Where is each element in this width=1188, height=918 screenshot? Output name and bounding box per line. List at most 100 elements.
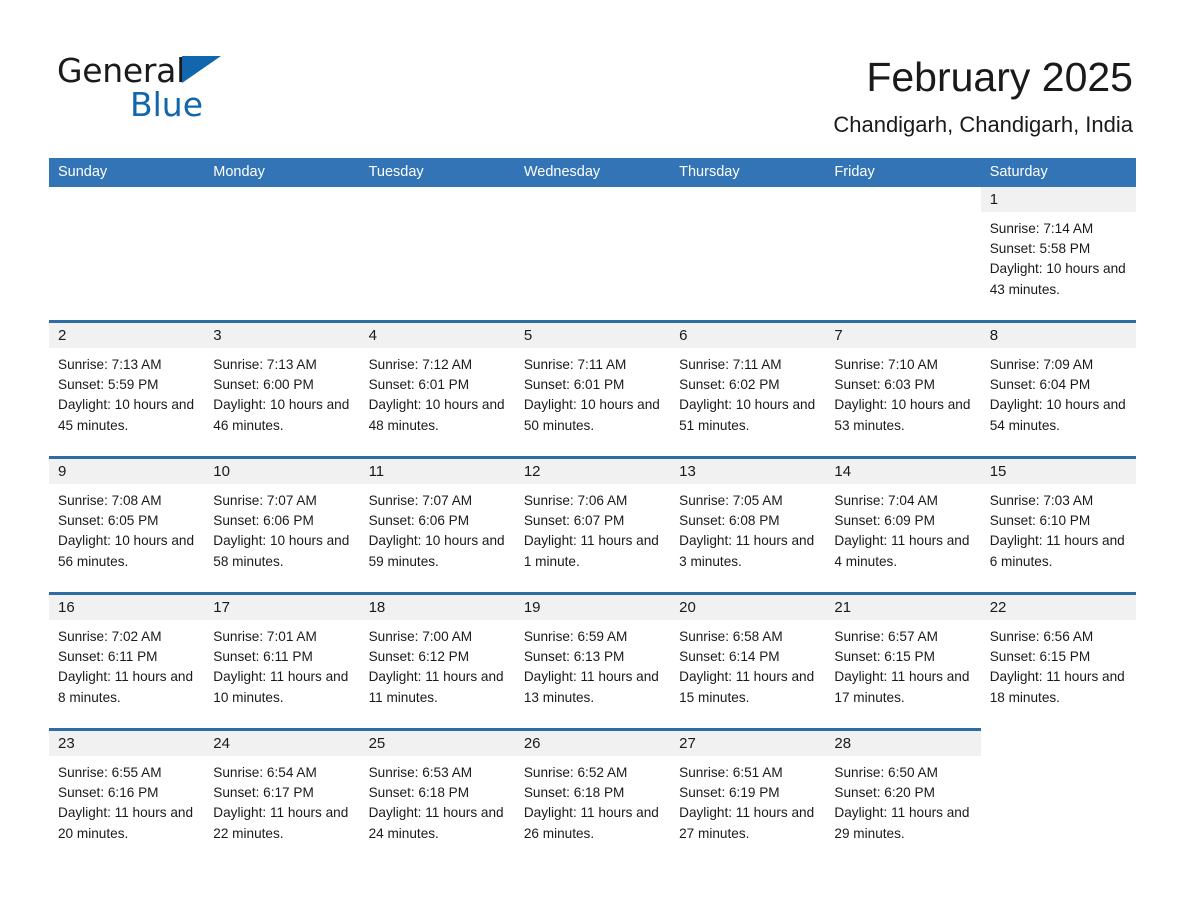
sunset-text: Sunset: 6:15 PM xyxy=(989,649,1091,665)
calendar-empty-cell xyxy=(980,728,1136,864)
day-number: 14 xyxy=(825,459,981,484)
sunrise-text: Sunrise: 7:09 AM xyxy=(989,357,1094,372)
calendar-day-cell[interactable]: 5 Sunrise: 7:11 AM Sunset: 6:01 PM Daylight… xyxy=(514,323,671,456)
daylight-text: Daylight: 11 hours and 1 minute. xyxy=(523,533,659,569)
sunset-text: Sunset: 6:11 PM xyxy=(58,649,158,665)
weekday-header-wednesday: Wednesday xyxy=(523,164,601,180)
calendar-week-row: 16 Sunrise: 7:02 AM Sunset: 6:11 PM Dayligh… xyxy=(49,592,1136,728)
calendar-day-cell[interactable]: 22 Sunrise: 6:56 AM Sunset: 6:15 PM Dayligh… xyxy=(980,595,1136,728)
day-number: 20 xyxy=(670,595,826,620)
day-number: 6 xyxy=(670,323,826,348)
sunrise-text: Sunrise: 7:12 AM xyxy=(368,357,473,372)
day-details: Sunrise: 7:13 AM Sunset: 6:00 PM Daylight:… xyxy=(204,348,359,456)
page-header: General Blue February 2025 Chandigarh, C… xyxy=(0,0,1188,158)
calendar-empty-cell xyxy=(825,187,981,320)
day-number: 3 xyxy=(204,323,360,348)
calendar-day-cell[interactable]: 14 Sunrise: 7:04 AM Sunset: 6:09 PM Dayligh… xyxy=(825,459,981,592)
calendar-day-cell[interactable]: 19 Sunrise: 6:59 AM Sunset: 6:13 PM Dayligh… xyxy=(514,595,671,728)
day-details: Sunrise: 7:09 AM Sunset: 6:04 PM Daylight:… xyxy=(981,348,1136,456)
day-details: Sunrise: 7:00 AM Sunset: 6:12 PM Daylight:… xyxy=(360,620,515,728)
day-details: Sunrise: 7:11 AM Sunset: 6:01 PM Daylight:… xyxy=(515,348,670,456)
day-number: 17 xyxy=(204,595,360,620)
title-block: February 2025 Chandigarh, Chandigarh, In… xyxy=(433,52,1133,140)
weekday-header-saturday: Saturday xyxy=(989,164,1048,180)
sunrise-text: Sunrise: 7:10 AM xyxy=(834,357,938,372)
calendar-page: General Blue February 2025 Chandigarh, C… xyxy=(0,0,1188,918)
day-number: 4 xyxy=(359,323,515,348)
day-number: 21 xyxy=(825,595,981,620)
calendar-day-cell[interactable]: 11 Sunrise: 7:07 AM Sunset: 6:06 PM Dayligh… xyxy=(359,459,515,592)
calendar-day-cell[interactable]: 21 Sunrise: 6:57 AM Sunset: 6:15 PM Dayligh… xyxy=(825,595,981,728)
day-details xyxy=(515,212,670,320)
logo-bottom-row: Blue xyxy=(57,87,377,123)
calendar-day-cell[interactable]: 15 Sunrise: 7:03 AM Sunset: 6:10 PM Dayligh… xyxy=(980,459,1136,592)
calendar-day-cell[interactable]: 7 Sunrise: 7:10 AM Sunset: 6:03 PM Daylight… xyxy=(825,323,981,456)
day-number: 15 xyxy=(980,459,1136,484)
calendar-day-cell[interactable]: 12 Sunrise: 7:06 AM Sunset: 6:07 PM Dayligh… xyxy=(514,459,671,592)
calendar-day-cell[interactable]: 24 Sunrise: 6:54 AM Sunset: 6:17 PM Dayligh… xyxy=(204,731,360,864)
calendar-day-cell[interactable]: 28 Sunrise: 6:50 AM Sunset: 6:20 PM Dayligh… xyxy=(825,731,981,864)
sunset-text: Sunset: 6:19 PM xyxy=(679,785,780,801)
calendar-week-row: 2 Sunrise: 7:13 AM Sunset: 5:59 PM Daylight… xyxy=(49,320,1136,456)
calendar-day-cell[interactable]: 6 Sunrise: 7:11 AM Sunset: 6:02 PM Daylight… xyxy=(670,323,826,456)
calendar-day-cell[interactable]: 13 Sunrise: 7:05 AM Sunset: 6:08 PM Dayligh… xyxy=(670,459,826,592)
sunrise-text: Sunrise: 6:59 AM xyxy=(523,629,628,644)
calendar-day-cell[interactable]: 23 Sunrise: 6:55 AM Sunset: 6:16 PM Dayligh… xyxy=(49,731,205,864)
sunset-text: Sunset: 6:15 PM xyxy=(834,649,935,665)
sunset-text: Sunset: 6:11 PM xyxy=(213,649,313,665)
calendar-week-row: 1 Sunrise: 7:14 AM Sunset: 5:58 PM Daylight… xyxy=(49,187,1136,320)
sunrise-text: Sunrise: 6:57 AM xyxy=(834,629,938,644)
day-number xyxy=(514,187,671,212)
sunset-text: Sunset: 6:06 PM xyxy=(213,513,314,529)
sunrise-text: Sunrise: 7:03 AM xyxy=(989,493,1094,508)
sunset-text: Sunset: 6:01 PM xyxy=(368,377,470,393)
calendar-day-cell[interactable]: 1 Sunrise: 7:14 AM Sunset: 5:58 PM Daylight… xyxy=(980,187,1136,320)
calendar-day-cell[interactable]: 4 Sunrise: 7:12 AM Sunset: 6:01 PM Daylight… xyxy=(359,323,515,456)
sunset-text: Sunset: 6:13 PM xyxy=(523,649,625,665)
daylight-text: Daylight: 11 hours and 6 minutes. xyxy=(989,533,1125,569)
calendar-day-cell[interactable]: 20 Sunrise: 6:58 AM Sunset: 6:14 PM Dayligh… xyxy=(670,595,826,728)
sunset-text: Sunset: 6:12 PM xyxy=(368,649,470,665)
generalblue-logo[interactable]: General Blue xyxy=(57,52,377,124)
sunrise-text: Sunrise: 7:08 AM xyxy=(58,493,162,508)
calendar-day-cell[interactable]: 3 Sunrise: 7:13 AM Sunset: 6:00 PM Daylight… xyxy=(204,323,360,456)
calendar-weeks: 1 Sunrise: 7:14 AM Sunset: 5:58 PM Daylight… xyxy=(49,187,1136,864)
day-number xyxy=(825,187,981,212)
daylight-text: Daylight: 11 hours and 18 minutes. xyxy=(989,669,1125,705)
day-number: 2 xyxy=(49,323,205,348)
day-number: 24 xyxy=(204,731,360,756)
day-number: 26 xyxy=(514,731,671,756)
calendar-day-cell[interactable]: 26 Sunrise: 6:52 AM Sunset: 6:18 PM Dayligh… xyxy=(514,731,671,864)
calendar-day-cell[interactable]: 8 Sunrise: 7:09 AM Sunset: 6:04 PM Daylight… xyxy=(980,323,1136,456)
daylight-text: Daylight: 11 hours and 17 minutes. xyxy=(834,669,970,705)
day-details: Sunrise: 6:50 AM Sunset: 6:20 PM Daylight:… xyxy=(825,756,980,864)
calendar-day-cell[interactable]: 16 Sunrise: 7:02 AM Sunset: 6:11 PM Dayligh… xyxy=(49,595,205,728)
daylight-text: Daylight: 10 hours and 54 minutes. xyxy=(989,397,1126,433)
daylight-text: Daylight: 10 hours and 43 minutes. xyxy=(989,261,1126,297)
calendar-day-cell[interactable]: 9 Sunrise: 7:08 AM Sunset: 6:05 PM Daylight… xyxy=(49,459,205,592)
sunset-text: Sunset: 6:03 PM xyxy=(834,377,935,393)
daylight-text: Daylight: 11 hours and 26 minutes. xyxy=(523,805,659,841)
calendar-day-cell[interactable]: 27 Sunrise: 6:51 AM Sunset: 6:19 PM Dayligh… xyxy=(670,731,826,864)
day-number: 19 xyxy=(514,595,671,620)
daylight-text: Daylight: 11 hours and 10 minutes. xyxy=(213,669,349,705)
day-number: 5 xyxy=(514,323,671,348)
day-number: 23 xyxy=(49,731,205,756)
sunrise-text: Sunrise: 6:50 AM xyxy=(834,765,938,780)
calendar-day-cell[interactable]: 18 Sunrise: 7:00 AM Sunset: 6:12 PM Dayligh… xyxy=(359,595,515,728)
day-number: 12 xyxy=(514,459,671,484)
sunrise-text: Sunrise: 6:51 AM xyxy=(679,765,783,780)
sunset-text: Sunset: 6:00 PM xyxy=(213,377,314,393)
day-details: Sunrise: 6:51 AM Sunset: 6:19 PM Daylight:… xyxy=(670,756,825,864)
day-number: 28 xyxy=(825,731,981,756)
calendar-day-cell[interactable]: 10 Sunrise: 7:07 AM Sunset: 6:06 PM Dayligh… xyxy=(204,459,360,592)
sunrise-text: Sunrise: 7:11 AM xyxy=(523,357,627,372)
calendar-day-cell[interactable]: 2 Sunrise: 7:13 AM Sunset: 5:59 PM Daylight… xyxy=(49,323,205,456)
daylight-text: Daylight: 10 hours and 51 minutes. xyxy=(679,397,816,433)
day-details: Sunrise: 7:13 AM Sunset: 5:59 PM Daylight:… xyxy=(49,348,204,456)
daylight-text: Daylight: 11 hours and 27 minutes. xyxy=(679,805,815,841)
calendar-day-cell[interactable]: 25 Sunrise: 6:53 AM Sunset: 6:18 PM Dayligh… xyxy=(359,731,515,864)
sunrise-text: Sunrise: 6:53 AM xyxy=(368,765,473,780)
calendar-day-cell[interactable]: 17 Sunrise: 7:01 AM Sunset: 6:11 PM Dayligh… xyxy=(204,595,360,728)
weekday-header-friday: Friday xyxy=(834,164,875,180)
